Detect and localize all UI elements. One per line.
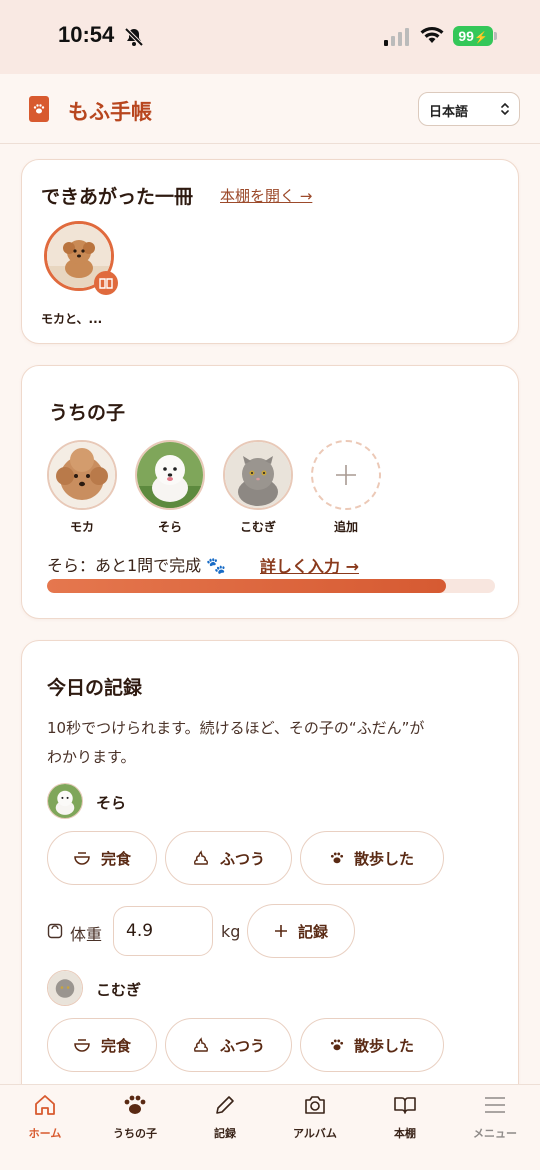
paw-icon <box>330 852 344 864</box>
plus-icon <box>274 925 287 937</box>
chip-label: 完食 <box>100 849 131 868</box>
record-weight-button[interactable]: 記録 <box>247 904 355 958</box>
status-bar: 10:54 99⚡ <box>0 0 540 74</box>
paw-icon <box>124 1095 146 1114</box>
bowl-icon <box>74 852 90 865</box>
normal-stool-chip[interactable]: ふつう <box>165 831 292 885</box>
chevron-updown-icon <box>500 101 510 121</box>
tab-pets[interactable]: うちの子 <box>90 1085 180 1170</box>
chip-label: 散歩した <box>353 1036 414 1055</box>
weight-value: 4.9 <box>126 921 154 941</box>
tab-label: 記録 <box>214 1127 236 1140</box>
pet-name: そら <box>157 520 182 534</box>
pet-avatar <box>47 440 117 510</box>
log-description-line1: 10秒でつけられます。続けるほど、その子の“ふだん”が <box>47 719 425 737</box>
pet-komugi[interactable]: こむぎ <box>223 440 295 536</box>
weight-unit: kg <box>221 922 241 941</box>
normal-stool-chip[interactable]: ふつう <box>165 1018 292 1072</box>
add-pet-label: 追加 <box>333 520 358 534</box>
stool-icon <box>194 1037 208 1052</box>
chip-label: 完食 <box>100 1036 131 1055</box>
pet-sora[interactable]: そら <box>135 440 207 536</box>
notebook-paw-icon <box>29 96 49 122</box>
weight-input[interactable]: 4.9 <box>113 906 213 956</box>
tab-label: うちの子 <box>113 1127 157 1140</box>
log-card-title: 今日の記録 <box>47 677 143 699</box>
weight-label: 体重 <box>70 925 103 944</box>
pets-card-title: うちの子 <box>49 402 126 424</box>
paw-icon <box>330 1039 344 1051</box>
tab-label: ホーム <box>28 1127 62 1140</box>
scale-icon <box>47 923 63 943</box>
progress-text: そら：あと1問で完成 🐾 <box>47 556 227 575</box>
app-header: もふ手帳 日本語 <box>0 74 540 144</box>
book-icon <box>394 1097 416 1114</box>
cellular-signal-icon <box>384 28 410 50</box>
record-button-label: 記録 <box>297 922 328 941</box>
chip-label: 散歩した <box>353 849 414 868</box>
walked-chip[interactable]: 散歩した <box>300 1018 444 1072</box>
add-pet-circle <box>311 440 381 510</box>
tab-log[interactable]: 記録 <box>180 1085 270 1170</box>
tab-label: メニュー <box>473 1127 517 1140</box>
book-card-title: できあがった一冊 <box>41 186 194 208</box>
tab-bookshelf[interactable]: 本棚 <box>360 1085 450 1170</box>
open-bookshelf-link[interactable]: 本棚を開く → <box>220 185 312 206</box>
daily-log-card: 今日の記録 10秒でつけられます。続けるほど、その子の“ふだん”が わかります。… <box>21 640 519 1110</box>
walked-chip[interactable]: 散歩した <box>300 831 444 885</box>
chip-label: ふつう <box>219 1036 265 1055</box>
stool-icon <box>194 850 208 865</box>
bottom-tab-bar: ホーム うちの子 記録 アルバム 本棚 メニュー <box>0 1084 540 1170</box>
app-title: もふ手帳 <box>68 100 152 124</box>
camera-icon <box>305 1096 325 1114</box>
chip-label: ふつう <box>219 849 265 868</box>
status-time: 10:54 <box>58 22 115 47</box>
tab-album[interactable]: アルバム <box>270 1085 360 1170</box>
pet-moka[interactable]: モカ <box>47 440 119 536</box>
language-select[interactable]: 日本語 <box>418 92 520 126</box>
entry-pet-name: そら <box>96 794 127 812</box>
entry-pet-avatar <box>47 783 83 819</box>
battery-nub <box>494 32 497 40</box>
detail-input-link[interactable]: 詳しく入力 → <box>260 553 359 577</box>
battery-indicator: 99⚡ <box>453 26 493 46</box>
book-badge-icon <box>94 271 118 295</box>
entry-pet-avatar <box>47 970 83 1006</box>
tab-label: アルバム <box>293 1127 337 1140</box>
bowl-icon <box>74 1039 90 1052</box>
tab-menu[interactable]: メニュー <box>450 1085 540 1170</box>
completion-progress-fill <box>47 579 446 593</box>
finished-book-card: できあがった一冊 本棚を開く → モカと、... <box>21 159 519 344</box>
book-caption: モカと、... <box>41 312 103 326</box>
ate-all-chip[interactable]: 完食 <box>47 1018 157 1072</box>
bell-muted-icon <box>123 26 145 52</box>
book-thumbnail[interactable] <box>44 221 118 295</box>
log-description-line2: わかります。 <box>47 748 136 766</box>
pet-avatar <box>135 440 205 510</box>
completion-progress-bar <box>47 579 495 593</box>
wifi-icon <box>419 25 445 49</box>
pet-name: こむぎ <box>239 520 276 534</box>
pet-avatar <box>223 440 293 510</box>
entry-pet-name: こむぎ <box>96 981 142 999</box>
my-pets-card: うちの子 モカ そら こむぎ 追加 そら：あと1問で完成 🐾 詳しく入力 → <box>21 365 519 619</box>
pencil-icon <box>216 1096 234 1114</box>
tab-label: 本棚 <box>394 1127 416 1140</box>
pet-name: モカ <box>69 520 94 534</box>
menu-icon <box>485 1097 505 1113</box>
home-icon <box>35 1095 55 1115</box>
add-pet-button[interactable]: 追加 <box>311 440 383 536</box>
tab-home[interactable]: ホーム <box>0 1085 90 1170</box>
ate-all-chip[interactable]: 完食 <box>47 831 157 885</box>
language-select-value: 日本語 <box>429 105 469 120</box>
plus-icon <box>336 465 356 485</box>
